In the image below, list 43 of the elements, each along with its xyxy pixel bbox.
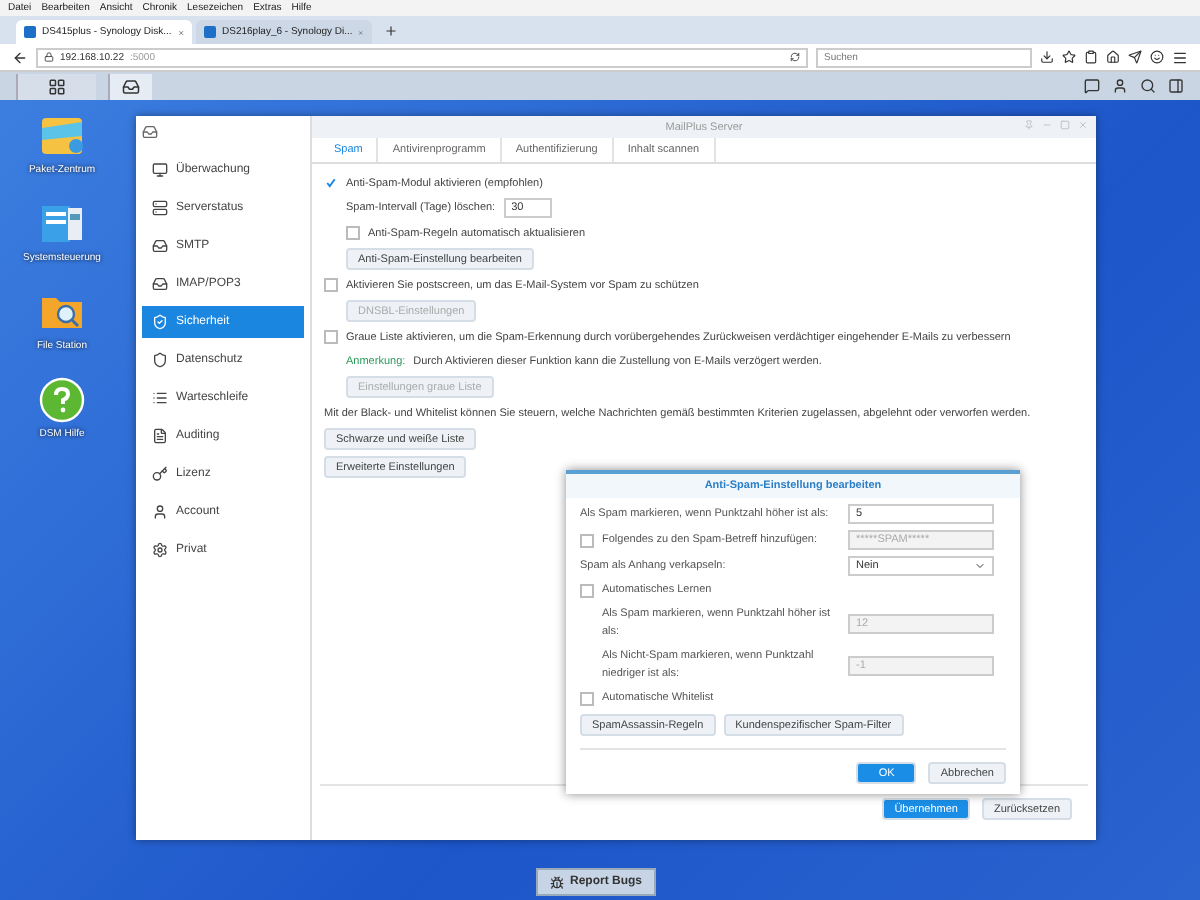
main-menu-button[interactable] xyxy=(16,73,96,99)
user-icon[interactable] xyxy=(1112,78,1128,94)
taskbar-app-button[interactable] xyxy=(108,73,152,99)
mail-app-icon xyxy=(122,77,140,95)
chat-icon[interactable] xyxy=(1084,78,1100,94)
checkbox[interactable] xyxy=(580,692,594,706)
widgets-icon[interactable] xyxy=(1168,78,1184,94)
shield-icon xyxy=(152,352,168,368)
checkbox[interactable] xyxy=(324,278,338,292)
reload-icon[interactable] xyxy=(790,52,800,62)
app-icon xyxy=(142,124,158,140)
inbox-icon xyxy=(152,276,168,292)
home-icon[interactable] xyxy=(1106,50,1120,64)
user-icon xyxy=(152,504,168,520)
checkbox[interactable] xyxy=(346,226,360,240)
checkbox[interactable] xyxy=(324,330,338,344)
download-icon[interactable] xyxy=(1040,50,1054,64)
shield-check-icon xyxy=(152,314,168,330)
server-icon xyxy=(152,200,168,216)
favicon-icon xyxy=(24,26,36,38)
back-icon[interactable] xyxy=(12,49,28,65)
help-icon xyxy=(38,376,86,424)
grid-icon xyxy=(48,77,66,95)
search-icon[interactable] xyxy=(1140,78,1156,94)
bookmark-icon[interactable] xyxy=(1062,50,1076,64)
document-icon xyxy=(152,428,168,444)
settings-icon xyxy=(152,542,168,558)
smiley-icon[interactable] xyxy=(1150,50,1164,64)
menu-icon[interactable] xyxy=(1172,49,1188,65)
package-icon xyxy=(38,112,86,160)
monitor-icon xyxy=(152,162,168,178)
caret-icon xyxy=(974,560,986,572)
control-panel-icon xyxy=(38,200,86,248)
favicon-icon xyxy=(204,26,216,38)
inbox-icon xyxy=(152,238,168,254)
key-icon xyxy=(152,466,168,482)
new-tab-icon[interactable] xyxy=(384,24,398,38)
send-icon[interactable] xyxy=(1128,50,1142,64)
bug-icon xyxy=(550,875,564,889)
clipboard-icon[interactable] xyxy=(1084,50,1098,64)
checkbox[interactable] xyxy=(580,584,594,598)
list-icon xyxy=(152,390,168,406)
checkbox[interactable] xyxy=(324,176,338,190)
